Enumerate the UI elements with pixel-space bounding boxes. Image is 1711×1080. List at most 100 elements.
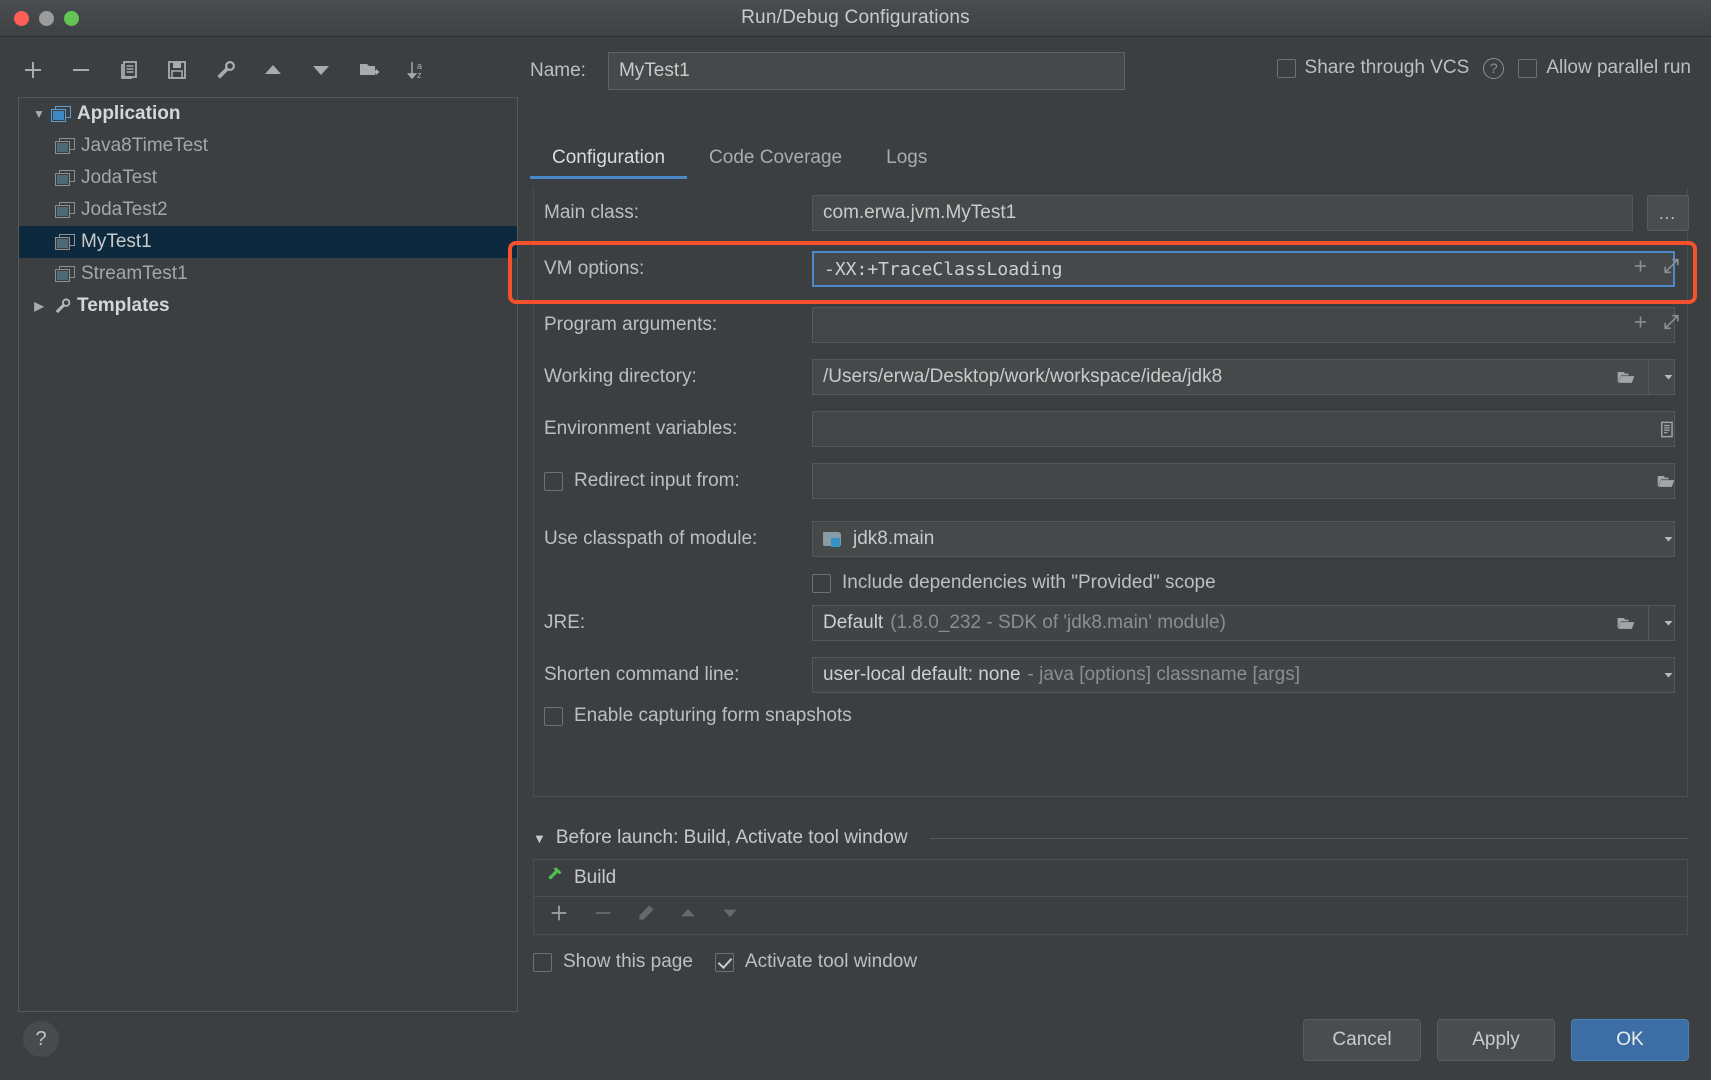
move-up-icon[interactable] (258, 55, 288, 85)
jre-value: Default (823, 612, 884, 633)
name-input[interactable] (607, 52, 1125, 90)
tree-node-label: JodaTest (81, 167, 158, 188)
share-through-vcs-label: Share through VCS (1304, 57, 1470, 78)
tree-node-java8timetest[interactable]: Java8TimeTest (19, 130, 517, 162)
working-directory-input[interactable]: /Users/erwa/Desktop/work/workspace/idea/… (812, 359, 1675, 395)
vm-options-actions (1631, 257, 1681, 282)
main-class-browse-button[interactable]: … (1647, 195, 1689, 231)
tab-logs[interactable]: Logs (864, 147, 949, 179)
working-directory-label: Working directory: (544, 366, 697, 387)
chevron-down-icon[interactable] (1648, 522, 1688, 556)
remove-icon[interactable] (66, 55, 96, 85)
edit-list-icon[interactable] (1645, 412, 1687, 446)
move-task-down-icon[interactable] (720, 903, 740, 928)
sort-alphabetically-icon[interactable]: a z (402, 55, 432, 85)
enable-capturing-checkbox[interactable]: Enable capturing form snapshots (534, 705, 852, 727)
environment-variables-input[interactable] (812, 411, 1675, 447)
before-launch-task-build[interactable]: Build (534, 860, 1687, 896)
checkbox-box[interactable] (1276, 58, 1296, 78)
tree-node-templates[interactable]: ▶ Templates (19, 290, 517, 322)
move-down-icon[interactable] (306, 55, 336, 85)
vm-options-input[interactable]: -XX:+TraceClassLoading (812, 251, 1681, 287)
checkbox-box[interactable] (714, 952, 734, 972)
configuration-form: Main class: com.erwa.jvm.MyTest1 … VM op… (533, 187, 1689, 797)
remove-task-icon[interactable] (592, 902, 614, 929)
insert-macro-icon[interactable] (1631, 257, 1650, 282)
close-window-button[interactable] (14, 11, 29, 26)
zoom-window-button[interactable] (64, 11, 79, 26)
share-through-vcs-checkbox[interactable]: Share through VCS (1276, 57, 1470, 79)
help-button[interactable]: ? (23, 1021, 59, 1057)
save-icon[interactable] (162, 55, 192, 85)
folder-icon[interactable] (1605, 360, 1647, 394)
show-this-page-checkbox[interactable]: Show this page (533, 951, 693, 973)
environment-variables-row: Environment variables: (534, 411, 1689, 447)
redirect-input-field[interactable] (812, 463, 1675, 499)
help-icon[interactable]: ? (1483, 57, 1505, 79)
before-launch-options: Show this page Activate tool window (533, 951, 1688, 973)
working-directory-history-dropdown[interactable] (1648, 360, 1688, 394)
configurations-tree[interactable]: ▼ Application Java8TimeTest JodaTest Jod… (18, 97, 518, 1012)
enable-capturing-row: Enable capturing form snapshots (534, 705, 1689, 727)
minimize-window-button[interactable] (39, 11, 54, 26)
ellipsis-icon: … (1658, 202, 1678, 223)
add-task-icon[interactable] (548, 902, 570, 929)
copy-icon[interactable] (114, 55, 144, 85)
jre-dropdown-icon[interactable] (1648, 606, 1688, 640)
redirect-input-label: Redirect input from: (574, 470, 740, 491)
redirect-input-row: Redirect input from: (534, 463, 1689, 499)
jre-row: JRE: Default (1.8.0_232 - SDK of 'jdk8.m… (534, 605, 1689, 641)
apply-button[interactable]: Apply (1437, 1019, 1555, 1061)
folder-icon[interactable] (1645, 464, 1687, 498)
activate-tool-window-checkbox[interactable]: Activate tool window (714, 951, 917, 973)
include-provided-checkbox[interactable]: Include dependencies with "Provided" sco… (812, 572, 1689, 594)
tree-node-streamtest1[interactable]: StreamTest1 (19, 258, 517, 290)
tab-configuration[interactable]: Configuration (530, 147, 688, 179)
folder-icon[interactable] (1605, 606, 1647, 640)
checkbox-box[interactable] (544, 706, 563, 726)
vm-options-value: -XX:+TraceClassLoading (824, 258, 1063, 280)
program-arguments-input[interactable] (812, 307, 1681, 343)
expand-editor-icon[interactable] (1662, 257, 1681, 282)
chevron-down-icon[interactable]: ▼ (27, 107, 51, 121)
tree-node-jodatest2[interactable]: JodaTest2 (19, 194, 517, 226)
new-folder-icon[interactable] (354, 55, 384, 85)
tree-node-mytest1[interactable]: MyTest1 (19, 226, 517, 258)
chevron-down-icon[interactable] (1648, 658, 1688, 692)
chevron-down-icon[interactable]: ▼ (533, 831, 546, 846)
insert-macro-icon[interactable] (1631, 313, 1650, 338)
chevron-right-icon[interactable]: ▶ (27, 299, 51, 313)
include-provided-label: Include dependencies with "Provided" sco… (842, 572, 1216, 593)
window-titlebar: Run/Debug Configurations (0, 0, 1711, 37)
working-directory-value: /Users/erwa/Desktop/work/workspace/idea/… (823, 366, 1223, 387)
before-launch-header[interactable]: ▼ Before launch: Build, Activate tool wi… (533, 827, 1688, 849)
jre-combobox[interactable]: Default (1.8.0_232 - SDK of 'jdk8.main' … (812, 605, 1675, 641)
move-task-up-icon[interactable] (678, 903, 698, 928)
before-launch-task-list[interactable]: Build (533, 859, 1688, 935)
checkbox-box[interactable] (544, 471, 563, 491)
allow-parallel-run-checkbox[interactable]: Allow parallel run (1518, 57, 1691, 79)
shorten-command-line-combobox[interactable]: user-local default: none - java [options… (812, 657, 1675, 693)
tab-code-coverage[interactable]: Code Coverage (687, 147, 864, 179)
edit-task-icon[interactable] (636, 903, 656, 928)
expand-editor-icon[interactable] (1662, 313, 1681, 338)
redirect-input-checkbox[interactable]: Redirect input from: (534, 470, 812, 492)
application-icon (51, 105, 71, 123)
before-launch-section: ▼ Before launch: Build, Activate tool wi… (533, 827, 1688, 973)
tree-node-application[interactable]: ▼ Application (19, 98, 517, 130)
main-class-input[interactable]: com.erwa.jvm.MyTest1 (812, 195, 1633, 231)
checkbox-box[interactable] (533, 952, 552, 972)
checkbox-box[interactable] (1518, 58, 1538, 78)
configuration-icon (55, 169, 75, 187)
ok-button[interactable]: OK (1571, 1019, 1689, 1061)
tree-node-jodatest[interactable]: JodaTest (19, 162, 517, 194)
checkbox-box[interactable] (812, 573, 831, 593)
before-launch-title: Before launch: Build, Activate tool wind… (555, 827, 908, 848)
program-arguments-actions (1631, 313, 1681, 338)
add-icon[interactable] (18, 55, 48, 85)
main-class-value: com.erwa.jvm.MyTest1 (823, 202, 1017, 223)
cancel-button[interactable]: Cancel (1303, 1019, 1421, 1061)
use-classpath-combobox[interactable]: jdk8.main (812, 521, 1675, 557)
name-label: Name: (530, 60, 586, 81)
wrench-icon[interactable] (210, 55, 240, 85)
